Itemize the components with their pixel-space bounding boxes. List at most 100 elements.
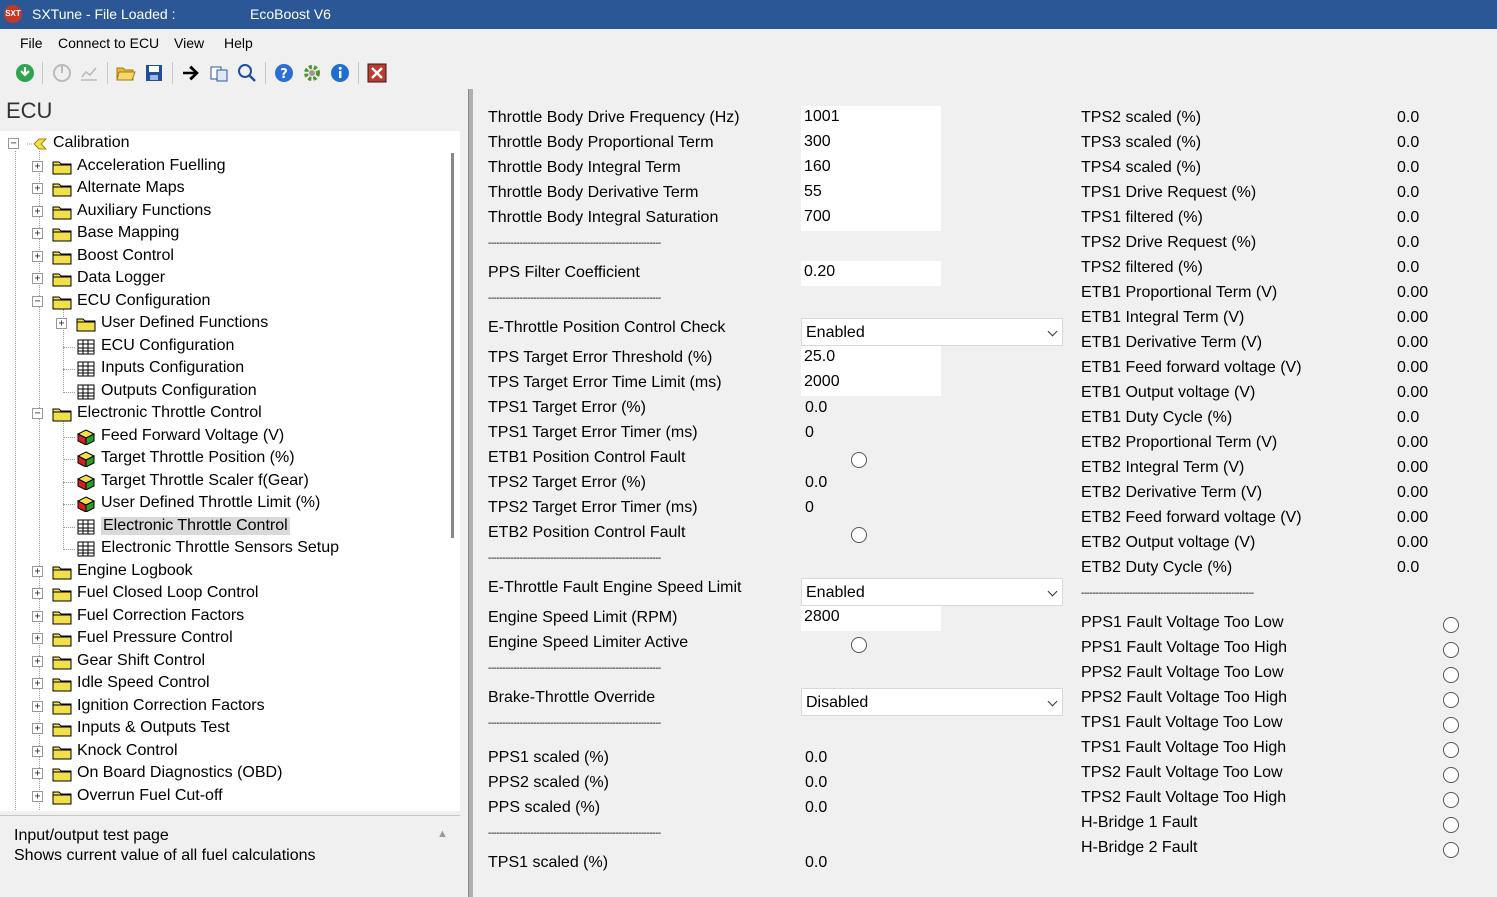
tree-node-label: Target Throttle Position (%) <box>101 449 295 466</box>
select-value: Enabled <box>806 584 865 601</box>
live-value: 0.00 <box>1397 334 1429 351</box>
param-label: TPS1 Target Error Timer (ms) <box>488 424 698 441</box>
expand-toggle-icon[interactable]: + <box>32 633 43 644</box>
chart-icon[interactable] <box>79 63 99 83</box>
section-divider: ----------------------------------------… <box>488 553 661 564</box>
parameter-panel: Throttle Body Drive Frequency (Hz) 1001 … <box>474 96 1497 897</box>
fault-indicator <box>1443 842 1459 858</box>
live-value-label: ETB2 Proportional Term (V) <box>1081 434 1278 451</box>
live-value-label: ETB2 Output voltage (V) <box>1081 534 1256 551</box>
section-divider: ----------------------------------------… <box>488 293 661 304</box>
drive-frequency-input[interactable]: 1001 <box>801 106 941 131</box>
copy-icon[interactable] <box>209 63 229 83</box>
expand-toggle-icon[interactable]: + <box>32 745 43 757</box>
menu-connect-to-ecu[interactable]: Connect to ECU <box>58 35 159 51</box>
help-icon[interactable]: ? <box>274 63 294 83</box>
expand-toggle-icon[interactable]: + <box>32 723 43 734</box>
param-label: ETB1 Position Control Fault <box>488 449 686 466</box>
expand-toggle-icon[interactable]: + <box>32 205 43 217</box>
map-cube-icon <box>76 496 96 512</box>
derivative-term-input[interactable]: 55 <box>801 181 941 206</box>
menu-bar: File Connect to ECU View Help <box>0 29 1497 55</box>
param-label: Engine Speed Limit (RPM) <box>488 609 678 626</box>
expand-toggle-icon[interactable]: + <box>32 160 43 172</box>
search-icon[interactable] <box>237 63 257 83</box>
chevron-down-icon <box>1047 326 1058 337</box>
input-value: 160 <box>804 158 831 175</box>
menu-file[interactable]: File <box>20 35 43 51</box>
scroll-up-arrow-icon[interactable]: ▲ <box>437 828 448 840</box>
tree-node-label: Base Mapping <box>77 224 180 241</box>
tree-node-label: Inputs Configuration <box>101 359 245 376</box>
open-folder-icon[interactable] <box>116 63 136 83</box>
speed-limiter-active-indicator <box>851 637 867 653</box>
folder-icon <box>52 183 72 197</box>
panel-splitter[interactable] <box>468 89 473 897</box>
expand-toggle-icon[interactable]: + <box>32 250 43 262</box>
expand-toggle-icon[interactable]: + <box>56 318 67 329</box>
tree-node-label: Inputs & Outputs Test <box>77 719 230 736</box>
connect-icon[interactable] <box>15 63 35 83</box>
tree-scrollbar[interactable] <box>451 131 460 811</box>
expand-toggle-icon[interactable]: + <box>32 228 43 239</box>
engine-speed-limit-input[interactable]: 2800 <box>801 606 941 631</box>
menu-help[interactable]: Help <box>224 35 253 51</box>
fault-indicator <box>1443 792 1459 808</box>
live-value: 0.00 <box>1397 509 1429 526</box>
error-threshold-input[interactable]: 25.0 <box>801 346 941 371</box>
tree-scrollbar-thumb[interactable] <box>451 153 454 538</box>
live-value: 0.0 <box>1397 209 1420 226</box>
tree-node-label: Target Throttle Scaler f(Gear) <box>101 471 309 489</box>
tree-node-label: Fuel Closed Loop Control <box>77 584 259 601</box>
live-value-label: TPS3 scaled (%) <box>1081 134 1202 151</box>
live-value-label: ETB2 Feed forward voltage (V) <box>1081 509 1302 526</box>
proportional-term-input[interactable]: 300 <box>801 131 941 156</box>
calibration-tree[interactable]: − Calibration + Acceleration Fuelling + Alt… <box>0 131 451 811</box>
expand-toggle-icon[interactable]: + <box>32 655 43 667</box>
menu-view[interactable]: View <box>174 35 204 51</box>
folder-icon <box>52 768 72 782</box>
send-arrow-icon[interactable] <box>181 63 201 83</box>
tree-line <box>63 346 75 348</box>
param-label: Throttle Body Integral Saturation <box>488 209 719 226</box>
expand-toggle-icon[interactable]: + <box>32 588 43 599</box>
expand-toggle-icon[interactable]: + <box>32 273 43 284</box>
settings-gear-icon[interactable] <box>302 63 322 83</box>
pps-filter-input[interactable]: 0.20 <box>801 261 941 286</box>
position-control-check-select[interactable]: Enabled <box>801 318 1063 346</box>
expand-toggle-icon[interactable]: + <box>32 610 43 622</box>
tree-line <box>63 436 75 438</box>
integral-saturation-input[interactable]: 700 <box>801 206 941 231</box>
expand-toggle-icon[interactable]: + <box>32 700 43 712</box>
brake-throttle-override-select[interactable]: Disabled <box>801 688 1063 716</box>
expand-toggle-icon[interactable]: + <box>32 790 43 802</box>
expand-toggle-icon[interactable]: + <box>32 768 43 779</box>
description-pane: Input/output test page Shows current val… <box>0 815 460 897</box>
info-icon[interactable] <box>330 63 350 83</box>
folder-icon <box>52 723 72 737</box>
fault-speed-limit-select[interactable]: Enabled <box>801 578 1063 606</box>
expand-toggle-icon[interactable]: + <box>32 183 43 194</box>
select-value: Enabled <box>806 324 865 341</box>
collapse-toggle-icon[interactable]: − <box>8 138 19 149</box>
folder-icon <box>52 251 72 264</box>
close-icon[interactable] <box>367 63 387 83</box>
disconnect-icon[interactable] <box>52 63 72 83</box>
folder-icon <box>52 791 72 804</box>
input-value: 700 <box>804 208 831 225</box>
integral-term-input[interactable]: 160 <box>801 156 941 181</box>
collapse-toggle-icon[interactable]: − <box>32 408 43 419</box>
expand-toggle-icon[interactable]: + <box>32 678 43 689</box>
error-time-limit-input[interactable]: 2000 <box>801 371 941 396</box>
calibration-root-icon <box>27 138 48 150</box>
description-line-2: Shows current value of all fuel calculat… <box>14 847 316 864</box>
param-label: TPS Target Error Threshold (%) <box>488 349 713 366</box>
collapse-toggle-icon[interactable]: − <box>32 295 43 307</box>
expand-toggle-icon[interactable]: + <box>32 565 43 577</box>
param-value: 0.0 <box>805 774 828 791</box>
fault-indicator <box>1443 742 1459 758</box>
param-value: 0.0 <box>805 399 828 416</box>
loaded-file-name: EcoBoost V6 <box>250 6 331 22</box>
save-icon[interactable] <box>144 63 164 83</box>
live-value: 0.0 <box>1397 159 1420 176</box>
